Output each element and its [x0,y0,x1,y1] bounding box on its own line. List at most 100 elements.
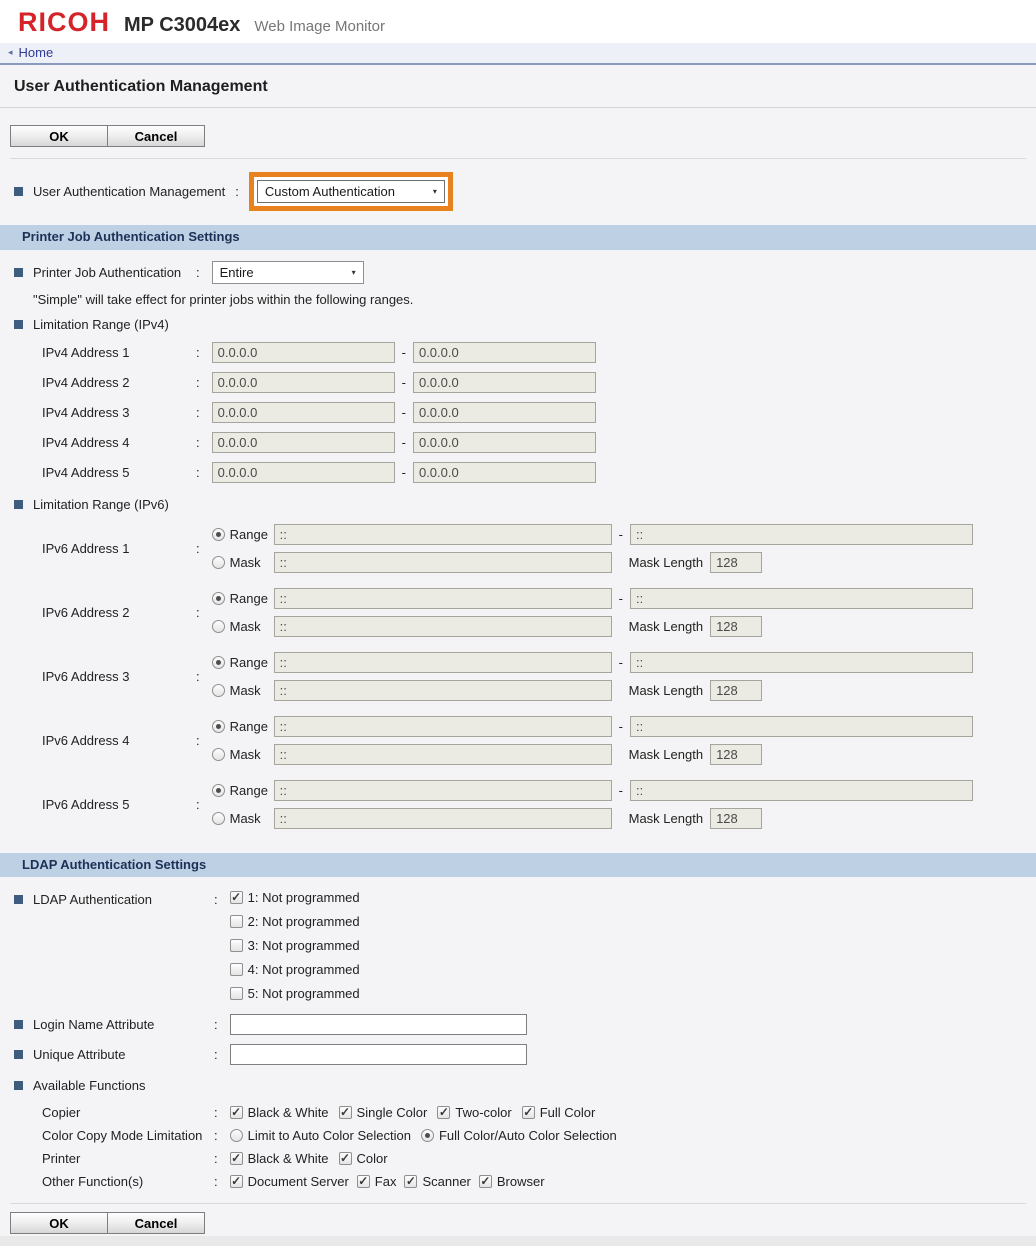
printer-color-checkbox[interactable]: ✓ Color [339,1151,388,1166]
cancel-button-bottom[interactable]: Cancel [107,1212,205,1234]
home-link[interactable]: Home [19,45,54,60]
divider [10,1203,1026,1204]
ipv6-4-mask-input[interactable] [274,744,612,765]
breadcrumb: ◂ Home [0,43,1036,65]
ipv6-4-range-to-input[interactable] [630,716,973,737]
checkbox-icon: ✓ [230,891,243,904]
printer-bw-checkbox[interactable]: ✓ Black & White [230,1151,329,1166]
ipv6-4-range-from-input[interactable] [274,716,612,737]
ldap-auth-row: LDAP Authentication : ✓ 1: Not programme… [0,890,1036,1001]
copier-bw-checkbox[interactable]: ✓ Black & White [230,1105,329,1120]
top-action-buttons: OK Cancel [10,125,1036,147]
ipv6-3-mask-length-input[interactable] [710,680,762,701]
ipv4-4-to-input[interactable] [413,432,596,453]
printer-job-auth-selected-value: Entire [220,265,254,280]
ipv6-5-mask-length-input[interactable] [710,808,762,829]
ipv4-3-from-input[interactable] [212,402,395,423]
ipv6-3-mask-input[interactable] [274,680,612,701]
checkbox-icon: ✓ [230,939,243,952]
ok-button-bottom[interactable]: OK [10,1212,108,1234]
ipv6-5-range-to-input[interactable] [630,780,973,801]
page-title: User Authentication Management [14,78,268,95]
ipv6-1-range-radio[interactable]: Range [212,527,274,542]
ipv4-3-to-input[interactable] [413,402,596,423]
ldap-server-1-checkbox[interactable]: ✓ 1: Not programmed [230,890,360,905]
ipv6-3-range-to-input[interactable] [630,652,973,673]
ipv6-2-mask-input[interactable] [274,616,612,637]
colon: : [196,605,200,620]
ipv6-2-range-radio[interactable]: Range [212,591,274,606]
radio-icon [212,620,225,633]
ipv6-4-mask-length-input[interactable] [710,744,762,765]
user-auth-select[interactable]: Custom Authentication ▾ [257,180,445,203]
ipv6-2-range-to-input[interactable] [630,588,973,609]
other-fax-label: Fax [375,1174,397,1189]
ipv6-limitation-label: Limitation Range (IPv6) [33,497,169,512]
radio-icon [212,720,225,733]
ipv4-1-from-input[interactable] [212,342,395,363]
ipv6-1-mask-radio[interactable]: Mask [212,555,274,570]
other-functions-row: Other Function(s) : ✓ Document Server ✓ … [0,1174,1036,1189]
chevron-down-icon: ▾ [352,268,356,277]
ipv4-5-to-input[interactable] [413,462,596,483]
other-fax-checkbox[interactable]: ✓ Fax [357,1174,397,1189]
ipv6-5-range-from-input[interactable] [274,780,612,801]
radio-icon [212,784,225,797]
ldap-server-4-label: 4: Not programmed [248,962,360,977]
printer-job-auth-select[interactable]: Entire ▾ [212,261,364,284]
ok-button[interactable]: OK [10,125,108,147]
login-name-attribute-row: Login Name Attribute : [0,1014,1036,1035]
ldap-server-3-checkbox[interactable]: ✓ 3: Not programmed [230,938,360,953]
cancel-button[interactable]: Cancel [107,125,205,147]
login-name-attribute-label: Login Name Attribute [33,1017,154,1032]
full-color-auto-radio[interactable]: Full Color/Auto Color Selection [421,1128,617,1143]
other-scanner-checkbox[interactable]: ✓ Scanner [404,1174,470,1189]
ipv6-1-mask-input[interactable] [274,552,612,573]
other-browser-label: Browser [497,1174,545,1189]
copier-two-color-checkbox[interactable]: ✓ Two-color [437,1105,511,1120]
ipv6-5-mask-radio[interactable]: Mask [212,811,274,826]
printer-label: Printer [42,1151,80,1166]
copier-full-color-checkbox[interactable]: ✓ Full Color [522,1105,596,1120]
ipv6-3-range-from-input[interactable] [274,652,612,673]
bullet-icon [14,500,23,509]
ipv6-3-mask-radio[interactable]: Mask [212,683,274,698]
other-document-server-checkbox[interactable]: ✓ Document Server [230,1174,349,1189]
checkbox-icon: ✓ [230,1106,243,1119]
ipv6-2-range-from-input[interactable] [274,588,612,609]
ipv6-1-range-from-input[interactable] [274,524,612,545]
ipv4-5-from-input[interactable] [212,462,395,483]
ipv6-2-mask-length-input[interactable] [710,616,762,637]
ldap-server-2-checkbox[interactable]: ✓ 2: Not programmed [230,914,360,929]
login-name-attribute-input[interactable] [230,1014,527,1035]
copier-single-color-checkbox[interactable]: ✓ Single Color [339,1105,428,1120]
range-dash: - [402,345,406,360]
ipv6-5-mask-input[interactable] [274,808,612,829]
ipv4-2-to-input[interactable] [413,372,596,393]
other-functions-label: Other Function(s) [42,1174,143,1189]
bullet-icon [14,895,23,904]
limit-auto-color-radio[interactable]: Limit to Auto Color Selection [230,1128,411,1143]
ipv6-1-range-to-input[interactable] [630,524,973,545]
colon: : [196,375,200,390]
checkbox-icon: ✓ [522,1106,535,1119]
ipv4-1-to-input[interactable] [413,342,596,363]
printer-job-auth-label: Printer Job Authentication [33,265,181,280]
other-browser-checkbox[interactable]: ✓ Browser [479,1174,545,1189]
radio-icon [212,684,225,697]
ipv6-2-mask-radio[interactable]: Mask [212,619,274,634]
ipv4-2-from-input[interactable] [212,372,395,393]
ipv6-3-range-radio[interactable]: Range [212,655,274,670]
ipv6-5-range-radio[interactable]: Range [212,783,274,798]
checkbox-icon: ✓ [339,1152,352,1165]
ipv6-4-mask-radio[interactable]: Mask [212,747,274,762]
ipv6-address-block-2: IPv6 Address 2 : Range - Mask Mask Lengt… [0,588,1036,637]
mask-length-label: Mask Length [629,555,703,570]
ldap-server-5-checkbox[interactable]: ✓ 5: Not programmed [230,986,360,1001]
ipv6-4-range-radio[interactable]: Range [212,719,274,734]
ipv4-4-from-input[interactable] [212,432,395,453]
ipv6-1-mask-length-input[interactable] [710,552,762,573]
ldap-server-4-checkbox[interactable]: ✓ 4: Not programmed [230,962,360,977]
unique-attribute-input[interactable] [230,1044,527,1065]
ipv6-address-block-1: IPv6 Address 1 : Range - Mask Mask Lengt… [0,524,1036,573]
